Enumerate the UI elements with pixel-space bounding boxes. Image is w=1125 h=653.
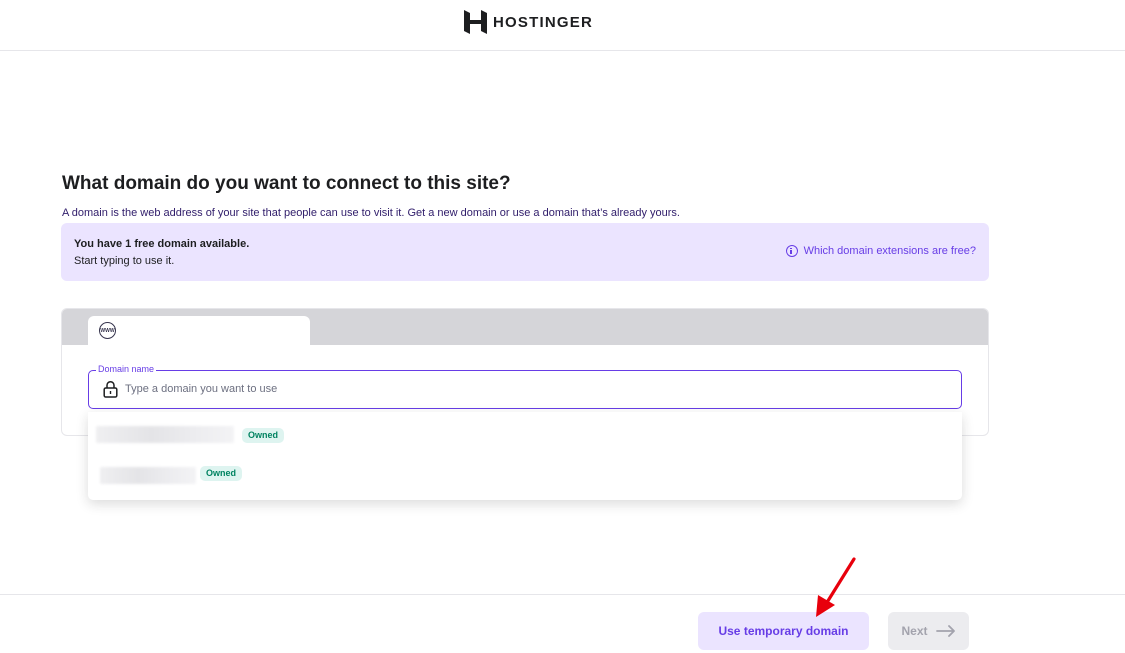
next-button-label: Next [901,624,928,638]
info-icon [785,245,798,257]
annotation-arrow-icon [816,557,856,617]
browser-tab: WWW [88,316,310,345]
brand-name: HOSTINGER [493,13,593,31]
owned-domain-option[interactable]: Owned [88,456,962,494]
domain-input[interactable] [125,371,945,407]
free-domain-hint: Start typing to use it. [74,255,175,267]
owned-badge: Owned [200,466,243,481]
www-icon-text: WWW [100,327,115,334]
next-button[interactable]: Next [888,612,969,650]
owned-badge: Owned [242,428,285,443]
page-subtitle: A domain is the web address of your site… [62,207,680,219]
arrow-right-icon [935,625,955,637]
redacted-domain [100,467,196,484]
hostinger-logo-icon [464,10,487,34]
free-extensions-link-label: Which domain extensions are free? [803,245,976,257]
domain-field-label: Domain name [96,364,157,374]
browser-tab-bar: WWW [62,309,988,345]
top-header: HOSTINGER [0,0,1125,51]
redacted-domain [96,426,234,443]
free-domain-banner: You have 1 free domain available. Start … [61,223,989,281]
free-extensions-link[interactable]: Which domain extensions are free? [785,245,976,257]
domain-field[interactable] [88,370,962,409]
owned-domain-option[interactable]: Owned [88,416,962,454]
lock-icon [103,380,118,398]
domain-suggestions-dropdown: Owned Owned [88,412,962,500]
free-domain-count: You have 1 free domain available. [74,238,250,250]
brand-logo[interactable]: HOSTINGER [464,10,593,34]
page-title: What domain do you want to connect to th… [62,173,511,194]
www-icon: WWW [99,322,116,339]
